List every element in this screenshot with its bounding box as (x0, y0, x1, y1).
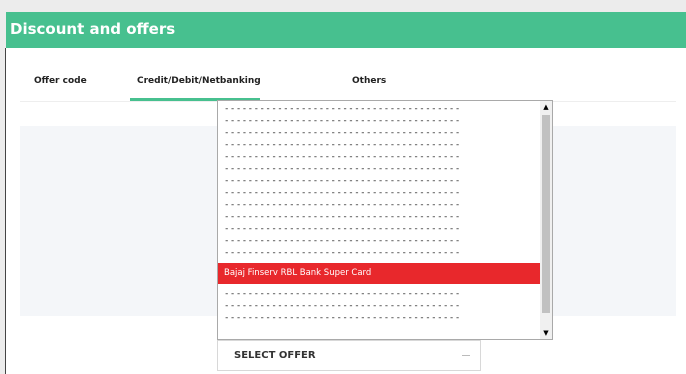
panel-header: Discount and offers (6, 12, 686, 48)
offer-option[interactable]: ---------------------------------------- (218, 235, 541, 247)
offer-options-list: ----------------------------------------… (218, 103, 541, 324)
scroll-up-arrow-icon[interactable]: ▲ (540, 101, 552, 113)
tab-credit-debit-netbanking[interactable]: Credit/Debit/Netbanking (137, 75, 261, 87)
offer-option[interactable]: ---------------------------------------- (218, 300, 541, 312)
offer-option[interactable]: ---------------------------------------- (218, 223, 541, 235)
offer-option[interactable]: ---------------------------------------- (218, 187, 541, 199)
offer-option[interactable]: ---------------------------------------- (218, 163, 541, 175)
panel-title: Discount and offers (10, 20, 176, 38)
scroll-down-arrow-icon[interactable]: ▼ (540, 327, 552, 339)
discount-offers-panel: Discount and offers Offer code Credit/De… (6, 12, 686, 374)
offer-option[interactable]: ---------------------------------------- (218, 312, 541, 324)
offer-option[interactable]: ---------------------------------------- (218, 139, 541, 151)
offer-options-listbox[interactable]: ----------------------------------------… (217, 100, 553, 340)
offer-option[interactable]: ---------------------------------------- (218, 199, 541, 211)
offer-option[interactable]: ---------------------------------------- (218, 288, 541, 300)
scrollbar-thumb[interactable] (542, 115, 550, 313)
offer-option[interactable]: ---------------------------------------- (218, 175, 541, 187)
offer-option[interactable]: ---------------------------------------- (218, 103, 541, 115)
offer-option[interactable]: ---------------------------------------- (218, 127, 541, 139)
offer-option[interactable]: ---------------------------------------- (218, 211, 541, 223)
offer-option[interactable]: ---------------------------------------- (218, 151, 541, 163)
tab-others[interactable]: Others (352, 75, 386, 87)
offer-option[interactable]: ---------------------------------------- (218, 247, 541, 259)
listbox-scrollbar[interactable]: ▲ ▼ (540, 101, 552, 339)
select-caret-icon (462, 355, 470, 356)
offer-option-selected[interactable]: Bajaj Finserv RBL Bank Super Card (218, 263, 541, 284)
offer-option[interactable]: ---------------------------------------- (218, 115, 541, 127)
select-offer-dropdown[interactable]: SELECT OFFER (217, 340, 481, 371)
select-offer-label: SELECT OFFER (234, 350, 316, 361)
tab-offer-code[interactable]: Offer code (34, 75, 87, 87)
